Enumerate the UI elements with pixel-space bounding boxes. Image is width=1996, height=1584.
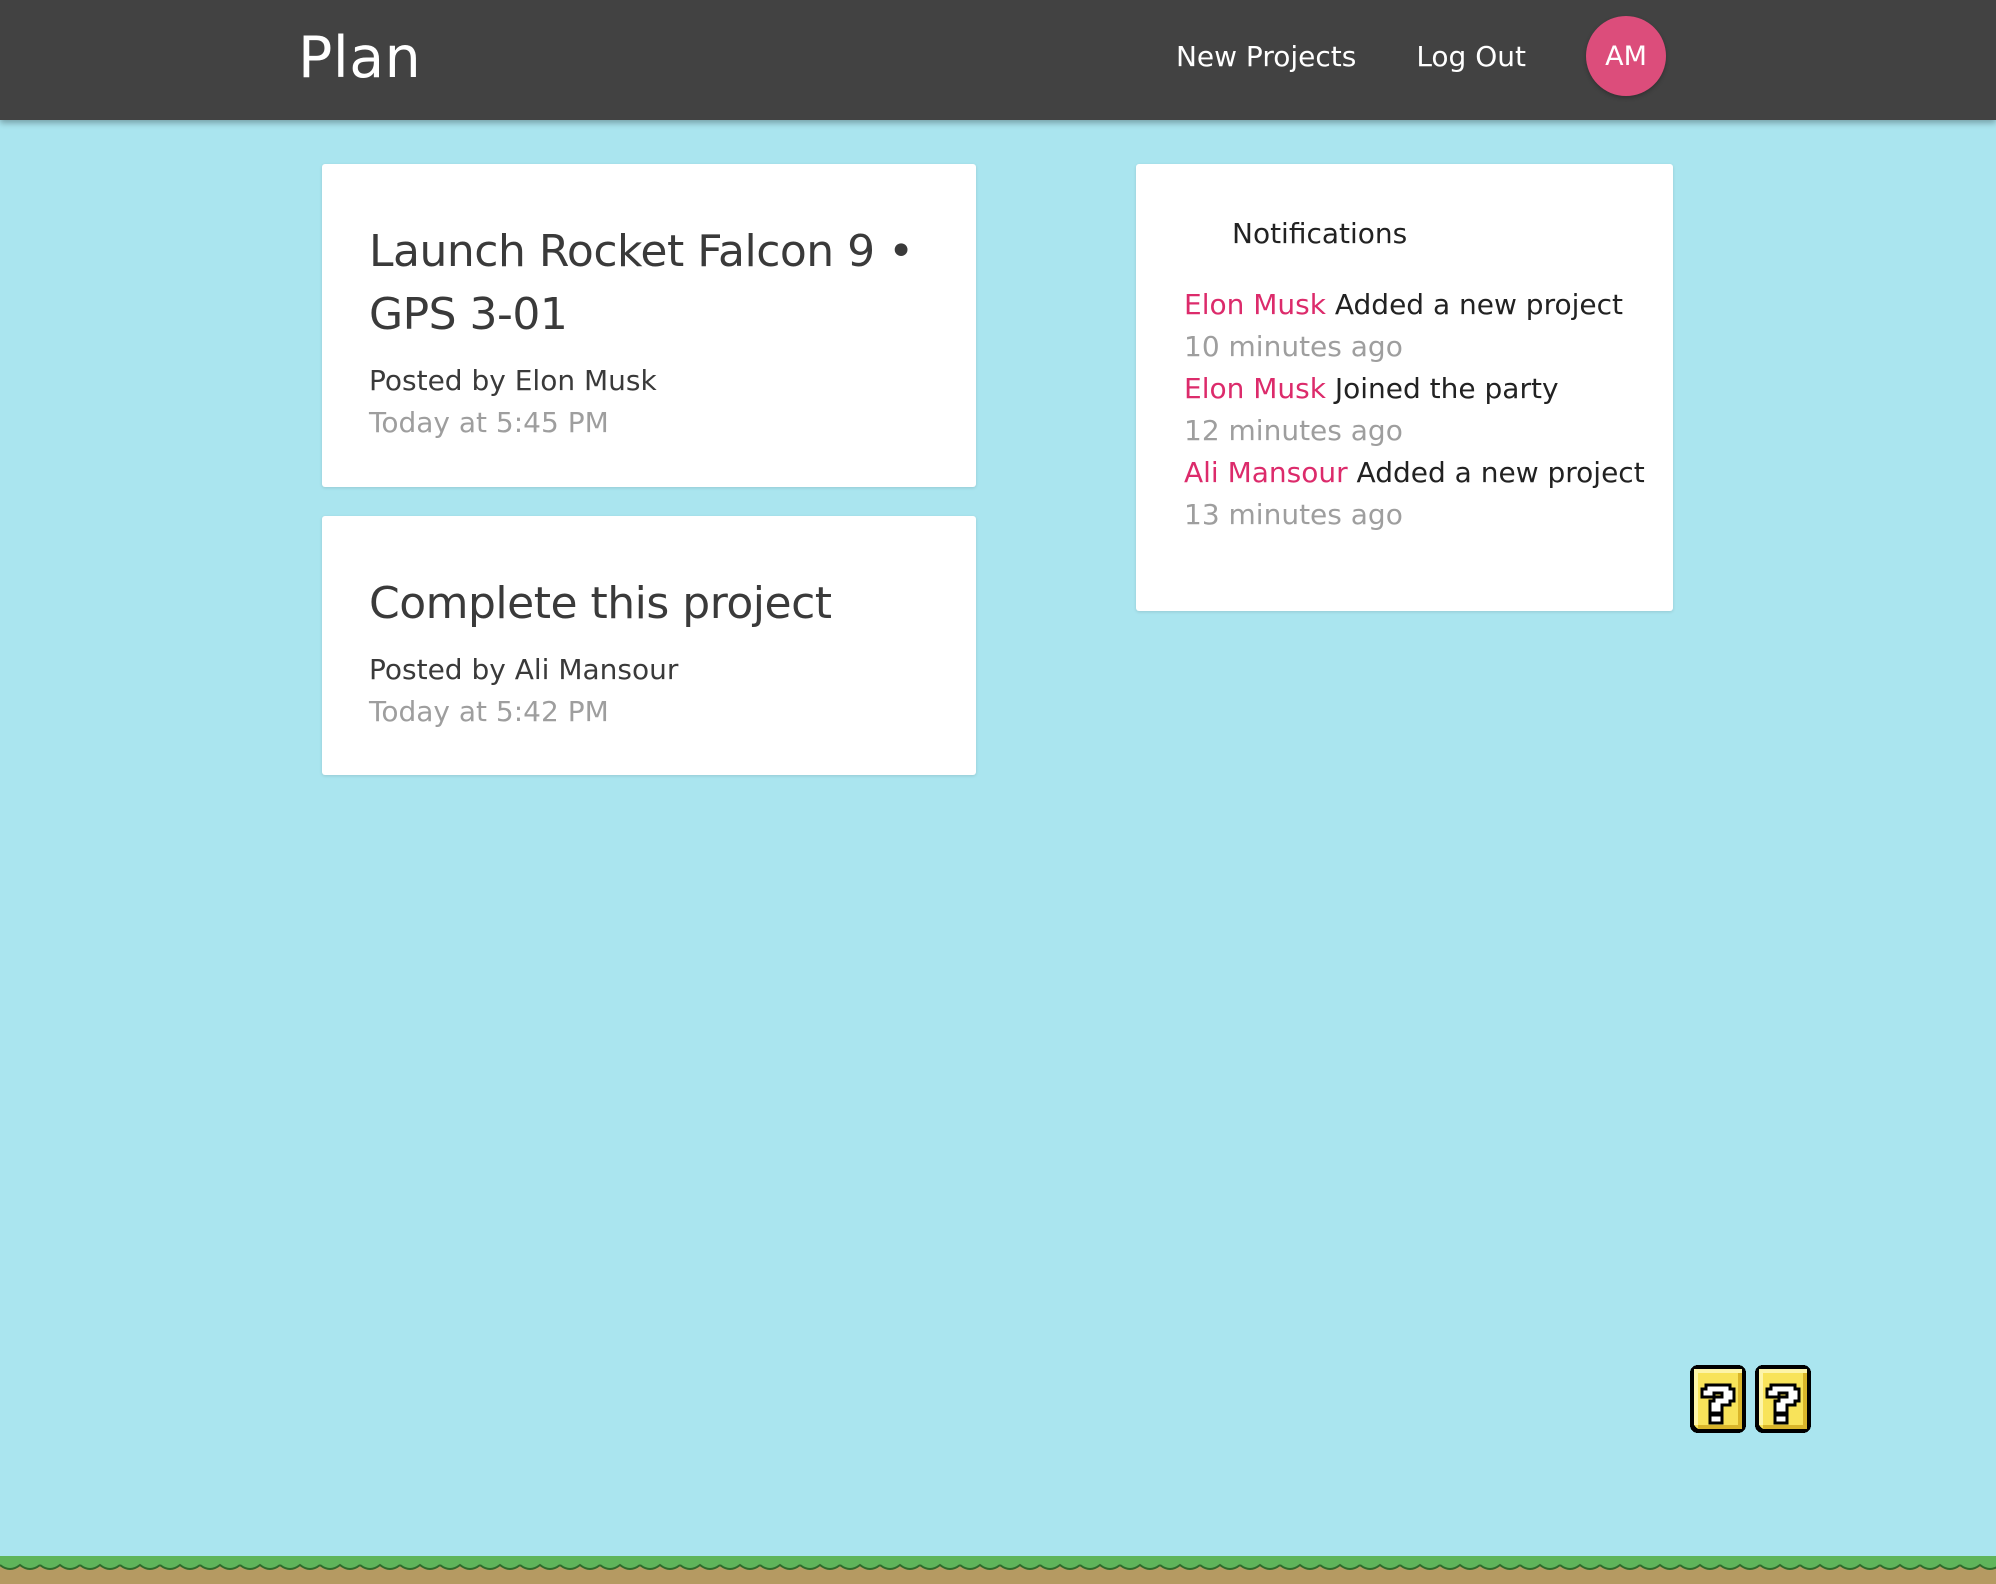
notification-user-link[interactable]: Elon Musk bbox=[1184, 372, 1326, 405]
new-projects-link[interactable]: New Projects bbox=[1176, 40, 1356, 73]
notification-action: Added a new project bbox=[1347, 456, 1645, 489]
notification-time: 12 minutes ago bbox=[1184, 414, 1403, 447]
question-block-icon bbox=[1690, 1365, 1746, 1433]
question-blocks bbox=[1686, 1364, 1815, 1434]
project-title: Launch Rocket Falcon 9 • GPS 3-01 bbox=[369, 226, 914, 340]
project-date: Today at 5:42 PM bbox=[369, 695, 609, 728]
top-navbar: Plan New Projects Log Out AM bbox=[0, 0, 1996, 120]
log-out-link[interactable]: Log Out bbox=[1416, 40, 1526, 73]
notification-item: Ali Mansour Added a new project 13 minut… bbox=[1184, 452, 1653, 536]
nav-links: New Projects Log Out AM bbox=[1116, 16, 1666, 96]
notification-time: 10 minutes ago bbox=[1184, 330, 1403, 363]
notification-action: Joined the party bbox=[1325, 372, 1559, 405]
project-author: Posted by Elon Musk bbox=[369, 364, 657, 397]
project-card[interactable]: Complete this project Posted by Ali Mans… bbox=[322, 516, 976, 775]
brand-logo-link[interactable]: Plan bbox=[298, 22, 421, 94]
notification-time: 13 minutes ago bbox=[1184, 498, 1403, 531]
question-block-icon bbox=[1755, 1365, 1811, 1433]
project-title: Complete this project bbox=[369, 578, 832, 629]
project-author: Posted by Ali Mansour bbox=[369, 653, 679, 686]
notifications-title: Notifications bbox=[1232, 217, 1408, 250]
notification-item: Elon Musk Joined the party 12 minutes ag… bbox=[1184, 368, 1653, 452]
notification-user-link[interactable]: Ali Mansour bbox=[1184, 456, 1348, 489]
notification-action: Added a new project bbox=[1325, 288, 1623, 321]
project-card[interactable]: Launch Rocket Falcon 9 • GPS 3-01 Posted… bbox=[322, 164, 976, 487]
notification-item: Elon Musk Added a new project 10 minutes… bbox=[1184, 284, 1653, 368]
user-avatar[interactable]: AM bbox=[1586, 16, 1666, 96]
notifications-panel: Notifications Elon Musk Added a new proj… bbox=[1136, 164, 1673, 611]
project-date: Today at 5:45 PM bbox=[369, 406, 609, 439]
notification-user-link[interactable]: Elon Musk bbox=[1184, 288, 1326, 321]
grass-ground-decoration bbox=[0, 1556, 1996, 1584]
